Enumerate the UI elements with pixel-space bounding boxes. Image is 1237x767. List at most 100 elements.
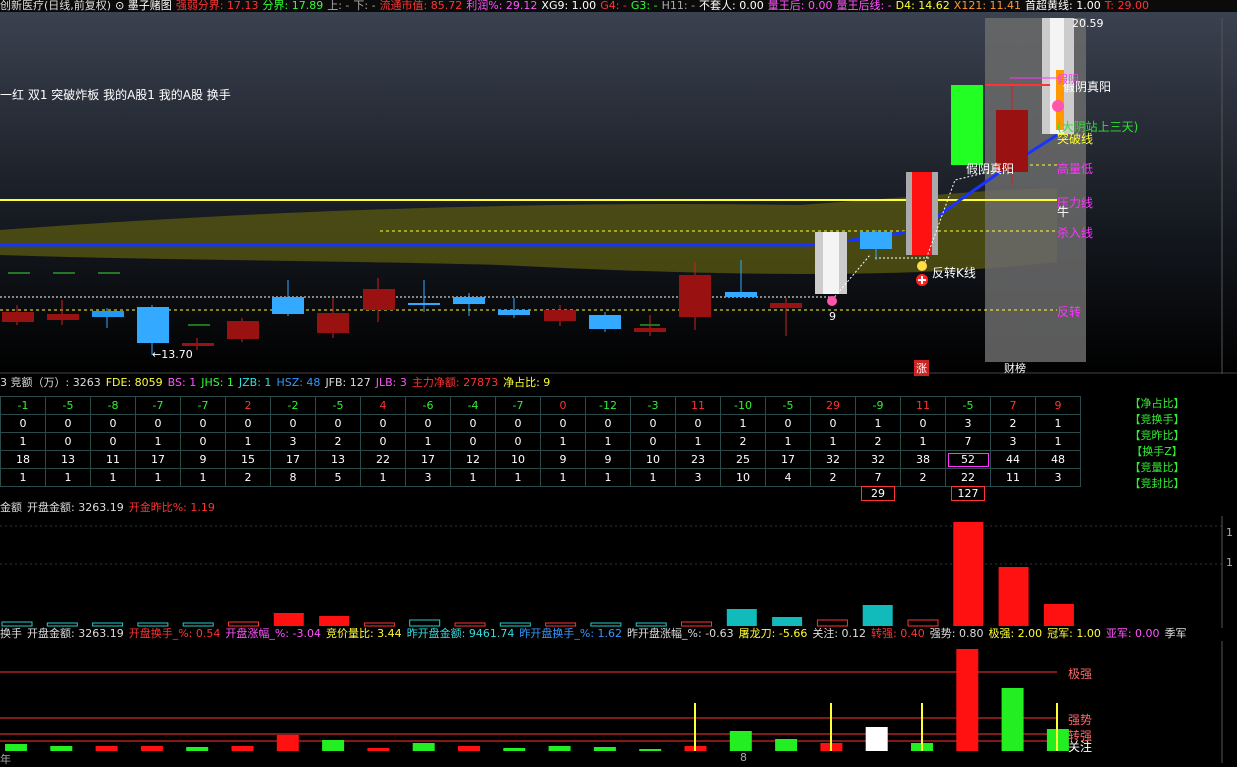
table-cell: 52	[945, 450, 991, 469]
volume-bar	[590, 622, 622, 627]
turn_line-item: 昨开盘涨幅_%: -0.63	[627, 627, 734, 640]
candles	[2, 18, 1074, 355]
table-cell: 11	[675, 396, 721, 415]
turn_line-item: 昨开盘换手_%: 1.62	[519, 627, 623, 640]
turnover-bar	[322, 740, 345, 751]
table-cell: 1	[855, 414, 901, 433]
extreme-strong-label: 极强	[1068, 667, 1093, 681]
table-row: 000000000000000010010321	[0, 414, 1081, 433]
table-cell: 2	[855, 432, 901, 451]
turn_line-item: 强势: 0.80	[929, 627, 984, 640]
topbar-item: 下: -	[353, 0, 376, 12]
auction-table-panel: -1 -5 -8 -7 -7 2 -2 -5 4 -6 -4 -7 0 -12 -3 11 -10 -5 29 -9 1…	[0, 390, 1237, 501]
volume-bar	[726, 609, 757, 626]
candle	[317, 298, 349, 338]
candle	[47, 300, 79, 325]
turn_line-item: 冠军: 1.00	[1047, 627, 1101, 640]
jing_line-item: FDE: 8059	[105, 376, 163, 389]
jing_line-item: 3 竞额（万）: 3263	[0, 376, 101, 389]
table-cell: 1	[585, 468, 631, 487]
table-cell: 0	[360, 414, 406, 433]
turn_line-item: 昨开盘金额: 9461.74	[406, 627, 515, 640]
turn_line-item: 开盘涨幅_%: -3.04	[225, 627, 321, 640]
table-cell: 1	[90, 468, 136, 487]
volume-bar	[953, 522, 984, 626]
candle	[815, 232, 847, 294]
side-label: 【竞换手】	[1129, 413, 1185, 426]
volume-bar	[228, 621, 259, 627]
table-cell: 0	[585, 414, 631, 433]
table-cell: -5	[765, 396, 811, 415]
candlestick-chart[interactable]	[0, 0, 1237, 374]
table-row: 100101320100110121121731	[0, 432, 1081, 451]
below-right-box: 127	[951, 486, 985, 501]
table-cell: 1	[900, 432, 946, 451]
topbar-item: ⊙ 墨子赌图	[115, 0, 172, 12]
table-cell: 2	[900, 468, 946, 487]
table-cell: 1	[540, 468, 586, 487]
turn_line-item: 关注: 0.12	[812, 627, 867, 640]
table-cell: 25	[720, 450, 766, 469]
turnover-bar	[140, 746, 163, 751]
table-cell: 12	[450, 450, 496, 469]
table-cell: 0	[450, 414, 496, 433]
table-cell: -2	[270, 396, 316, 415]
main-chart-panel[interactable]: 创新医疗(日线,前复权) ⊙ 墨子赌图 强弱分界: 17.13 分界: 17.89 上:…	[0, 0, 1237, 376]
table-cell: -5	[945, 396, 991, 415]
reversal-label: 反转	[1057, 305, 1082, 319]
turnover-bar	[548, 746, 571, 751]
volume-bar	[1043, 604, 1074, 626]
table-cell: 0	[810, 414, 856, 433]
candle	[544, 305, 576, 326]
table-cell: 48	[1035, 450, 1081, 469]
candle	[92, 308, 124, 328]
table-cell: 3	[1035, 468, 1081, 487]
turnover-bar	[865, 727, 888, 751]
candle	[453, 293, 485, 316]
table-cell: 29	[810, 396, 856, 415]
volume-bar	[409, 619, 441, 627]
turn_line-item: 极强: 2.00	[988, 627, 1043, 640]
below-left-box: 29	[861, 486, 895, 501]
table-cell: 0	[180, 432, 226, 451]
table-cell: 1	[360, 468, 406, 487]
table-cell: 1	[1035, 414, 1081, 433]
table-cell: 1	[405, 432, 451, 451]
table-cell: 22	[945, 468, 991, 487]
volume-bar	[46, 622, 78, 627]
turnover-bar	[775, 739, 798, 751]
jing_line-item: JHS: 1	[201, 376, 234, 389]
jing_line-item: JZB: 1	[238, 376, 272, 389]
table-cell: 10	[720, 468, 766, 487]
turnover-bar	[95, 746, 118, 751]
turnover-bar	[503, 748, 526, 751]
table-cell: 3	[945, 414, 991, 433]
table-cell: 11	[990, 468, 1036, 487]
turn_line-item: 亚军: 0.00	[1105, 627, 1160, 640]
table-side-labels: 【净占比】 【竞换手】 【竞昨比】 【换手Z】 【竞量比】 【竞封比】	[1122, 396, 1192, 492]
table-cell: -5	[315, 396, 361, 415]
table-cell: 0	[315, 414, 361, 433]
table-cell: -5	[45, 396, 91, 415]
candle	[363, 278, 395, 322]
table-cell: 15	[225, 450, 271, 469]
table-cell: -3	[630, 396, 676, 415]
table-cell: 7	[945, 432, 991, 451]
table-cell: 1	[1035, 432, 1081, 451]
table-cell: 13	[45, 450, 91, 469]
table-cell: 0	[90, 432, 136, 451]
turnover-bar	[50, 746, 73, 751]
turnover-bar	[1001, 688, 1024, 751]
table-cell: 2	[810, 468, 856, 487]
table-cell: -8	[90, 396, 136, 415]
table-cell: 3	[675, 468, 721, 487]
turn_line-item: 季军	[1164, 627, 1187, 640]
candle	[498, 298, 530, 318]
table-cell: 1	[810, 432, 856, 451]
volume-panel: 1 1	[0, 516, 1237, 628]
side-label: 【竞昨比】	[1129, 429, 1185, 442]
table-cell: 0	[225, 414, 271, 433]
candle	[2, 305, 34, 325]
side-label: 【净占比】	[1129, 397, 1185, 410]
jiayin-label-2: 假阴真阳	[966, 162, 1015, 176]
